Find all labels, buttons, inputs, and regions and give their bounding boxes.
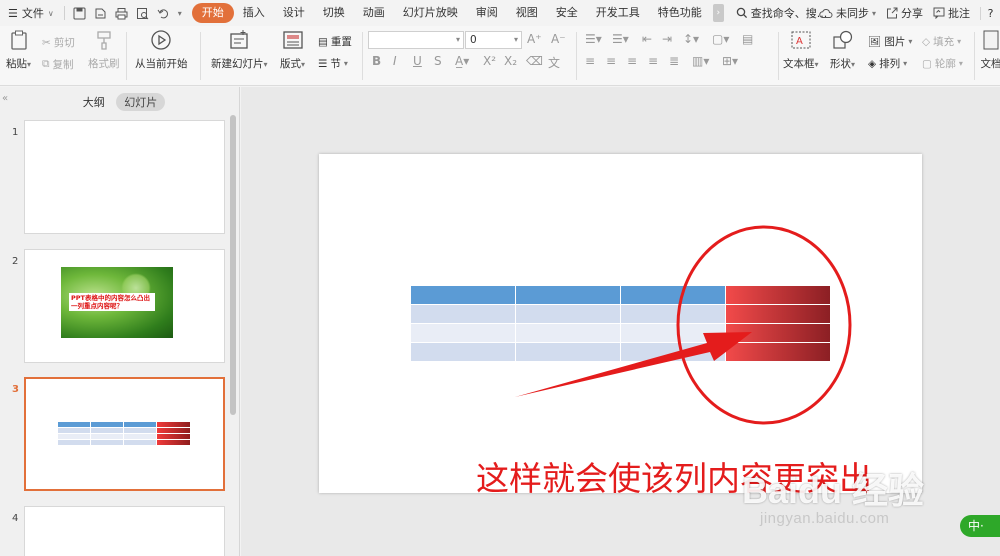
highlight-ellipse — [676, 225, 852, 425]
baidu-watermark-url: jingyan.baidu.com — [760, 510, 890, 527]
ime-indicator[interactable]: 中· — [960, 515, 1000, 537]
annotation-arrow — [515, 332, 752, 397]
baidu-watermark-logo: Baidu 经验 — [742, 470, 925, 511]
